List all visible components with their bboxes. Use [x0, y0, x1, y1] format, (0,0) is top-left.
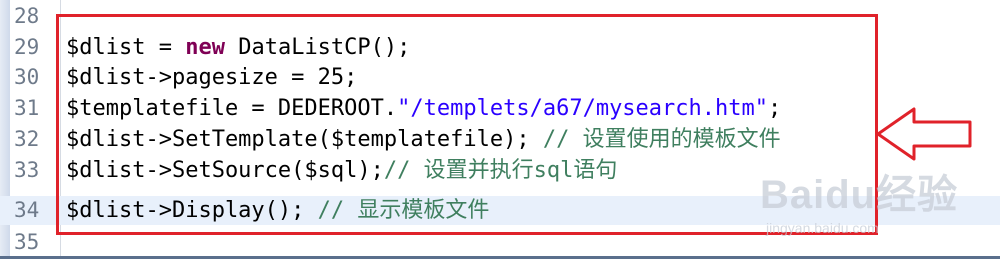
line-number: 33	[14, 158, 40, 182]
watermark-url: jingyan.baidu.com	[766, 220, 879, 236]
line-number: 30	[14, 65, 40, 89]
line-number: 29	[14, 35, 40, 59]
line-number: 34	[14, 198, 40, 222]
baidu-watermark: Baidu经验 jingyan.baidu.com	[760, 162, 990, 242]
line-number: 31	[14, 96, 40, 120]
red-arrow-icon	[876, 107, 972, 161]
line-number: 35	[14, 230, 40, 254]
code-editor[interactable]: 28 29 $dlist = new DataListCP(); 30 $dli…	[0, 0, 1000, 259]
watermark-logo: Baidu经验	[760, 173, 959, 217]
red-highlight-box	[56, 14, 878, 235]
line-number: 32	[14, 127, 40, 151]
line-number: 28	[14, 4, 40, 28]
